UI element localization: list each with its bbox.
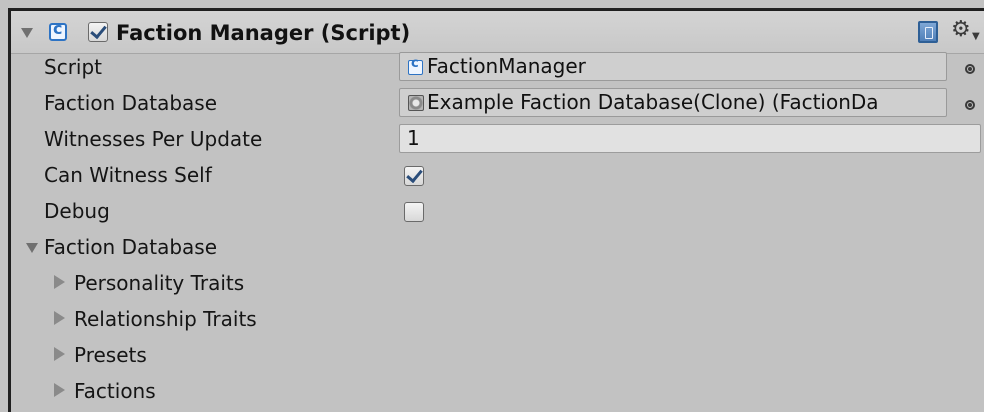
- can-witness-self-checkbox[interactable]: [404, 165, 424, 186]
- component-title: Faction Manager (Script): [116, 21, 411, 45]
- script-label: Script: [44, 55, 103, 79]
- relationship-traits-foldout-icon[interactable]: [54, 311, 65, 325]
- witnesses-per-update-input[interactable]: 1: [399, 124, 981, 153]
- faction-database-field-value: Example Faction Database(Clone) (Faction…: [427, 90, 879, 114]
- faction-database-label: Faction Database: [44, 91, 218, 115]
- factions-foldout-icon[interactable]: [54, 383, 65, 397]
- foldout-triangle-down-icon[interactable]: [21, 28, 33, 38]
- checkmark-icon: [406, 165, 423, 184]
- script-object-field[interactable]: FactionManager: [399, 52, 947, 81]
- personality-traits-label[interactable]: Personality Traits: [74, 271, 244, 295]
- scriptable-object-icon: [408, 95, 424, 111]
- component-enabled-checkbox[interactable]: [88, 21, 108, 42]
- witnesses-per-update-label: Witnesses Per Update: [44, 127, 263, 151]
- presets-foldout-icon[interactable]: [54, 347, 65, 361]
- checkmark-icon: [90, 21, 107, 40]
- can-witness-self-label: Can Witness Self: [44, 163, 212, 187]
- faction-database-object-picker-icon[interactable]: [965, 100, 975, 110]
- faction-database-object-field[interactable]: Example Faction Database(Clone) (Faction…: [399, 88, 947, 117]
- csharp-script-icon: [49, 19, 67, 41]
- presets-label[interactable]: Presets: [74, 343, 147, 367]
- script-field-value: FactionManager: [427, 54, 586, 78]
- personality-traits-foldout-icon[interactable]: [54, 275, 65, 289]
- script-object-picker-icon[interactable]: [965, 64, 975, 74]
- debug-checkbox[interactable]: [404, 202, 424, 222]
- gear-icon[interactable]: ⚙: [951, 15, 971, 45]
- faction-database-foldout-icon[interactable]: [26, 243, 38, 253]
- factions-label[interactable]: Factions: [74, 379, 156, 403]
- witnesses-per-update-value: 1: [407, 126, 420, 150]
- inspector-component-panel: Faction Manager (Script) ⚙ ▼ Script Fact…: [8, 8, 984, 412]
- faction-database-section-label[interactable]: Faction Database: [44, 235, 217, 259]
- relationship-traits-label[interactable]: Relationship Traits: [74, 307, 257, 331]
- script-file-icon: [408, 56, 423, 75]
- settings-dropdown-icon[interactable]: ▼: [972, 31, 980, 42]
- component-header[interactable]: Faction Manager (Script) ⚙ ▼: [11, 11, 984, 54]
- debug-label: Debug: [44, 199, 110, 223]
- help-book-icon[interactable]: [918, 21, 938, 43]
